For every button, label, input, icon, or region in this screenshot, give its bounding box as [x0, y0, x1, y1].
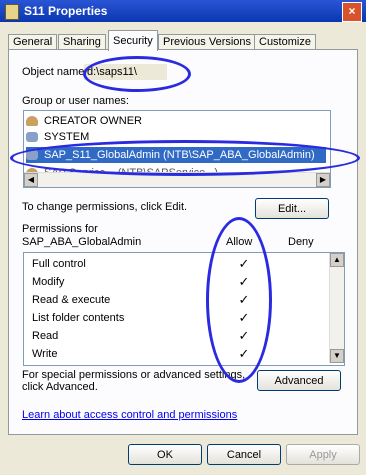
folder-icon	[5, 4, 19, 20]
tab-general[interactable]: General	[8, 34, 58, 50]
window-title: S11 Properties	[24, 4, 108, 18]
tab-previous-versions[interactable]: Previous Versions	[158, 34, 257, 50]
tab-security[interactable]: Security	[108, 30, 158, 51]
advanced-button[interactable]: Advanced	[257, 370, 341, 391]
change-permissions-hint: To change permissions, click Edit.	[22, 201, 188, 213]
group-icon	[26, 132, 38, 143]
permissions-label-line2: SAP_ABA_GlobalAdmin	[22, 236, 142, 248]
tab-sharing[interactable]: Sharing	[58, 34, 106, 50]
special-permissions-hint-line2: click Advanced.	[22, 381, 98, 393]
list-item-selected[interactable]: SAP_S11_GlobalAdmin (NTB\SAP_ABA_GlobalA…	[26, 147, 326, 163]
permissions-list[interactable]: Full control ✓ Modify ✓ Read & execute ✓…	[23, 252, 345, 366]
allow-check-icon: ✓	[238, 346, 250, 361]
group-user-list[interactable]: CREATOR OWNER SYSTEM SAP_S11_GlobalAdmin…	[23, 110, 331, 188]
group-icon	[26, 150, 38, 161]
tab-customize[interactable]: Customize	[254, 34, 316, 50]
permissions-label-line1: Permissions for	[22, 223, 98, 235]
learn-access-control-link[interactable]: Learn about access control and permissio…	[22, 409, 237, 421]
permission-row: Full control ✓	[32, 256, 250, 271]
object-name-value: d:\saps11\	[84, 64, 167, 80]
vertical-scrollbar[interactable]: ▲ ▼	[329, 253, 344, 363]
cancel-button[interactable]: Cancel	[207, 444, 281, 465]
scroll-left-icon[interactable]: ◀	[24, 173, 38, 187]
scroll-right-icon[interactable]: ▶	[316, 173, 330, 187]
allow-column-header: Allow	[226, 236, 253, 248]
object-name-label: Object name:	[22, 66, 88, 78]
scroll-up-icon[interactable]: ▲	[330, 253, 344, 267]
permission-row: Write ✓	[32, 346, 250, 361]
permission-row: List folder contents ✓	[32, 310, 250, 325]
group-names-label: Group or user names:	[22, 95, 129, 107]
permission-row: Modify ✓	[32, 274, 250, 289]
ok-button[interactable]: OK	[128, 444, 202, 465]
edit-button[interactable]: Edit...	[255, 198, 329, 219]
list-item[interactable]: SYSTEM	[26, 129, 89, 145]
allow-check-icon: ✓	[238, 328, 250, 343]
list-item[interactable]: CREATOR OWNER	[26, 113, 142, 129]
allow-check-icon: ✓	[238, 274, 250, 289]
allow-check-icon: ✓	[238, 310, 250, 325]
allow-check-icon: ✓	[238, 256, 250, 271]
horizontal-scrollbar[interactable]: ◀ ▶	[24, 172, 330, 187]
tab-strip: General Sharing Security Previous Versio…	[8, 30, 360, 51]
special-permissions-hint-line1: For special permissions or advanced sett…	[22, 369, 246, 381]
permission-row: Read ✓	[32, 328, 250, 343]
title-bar[interactable]: S11 Properties ×	[0, 0, 366, 22]
scroll-down-icon[interactable]: ▼	[330, 349, 344, 363]
permission-row: Read & execute ✓	[32, 292, 250, 307]
user-icon	[26, 116, 38, 127]
close-button[interactable]: ×	[342, 2, 362, 22]
apply-button[interactable]: Apply	[286, 444, 360, 465]
deny-column-header: Deny	[288, 236, 314, 248]
allow-check-icon: ✓	[238, 292, 250, 307]
